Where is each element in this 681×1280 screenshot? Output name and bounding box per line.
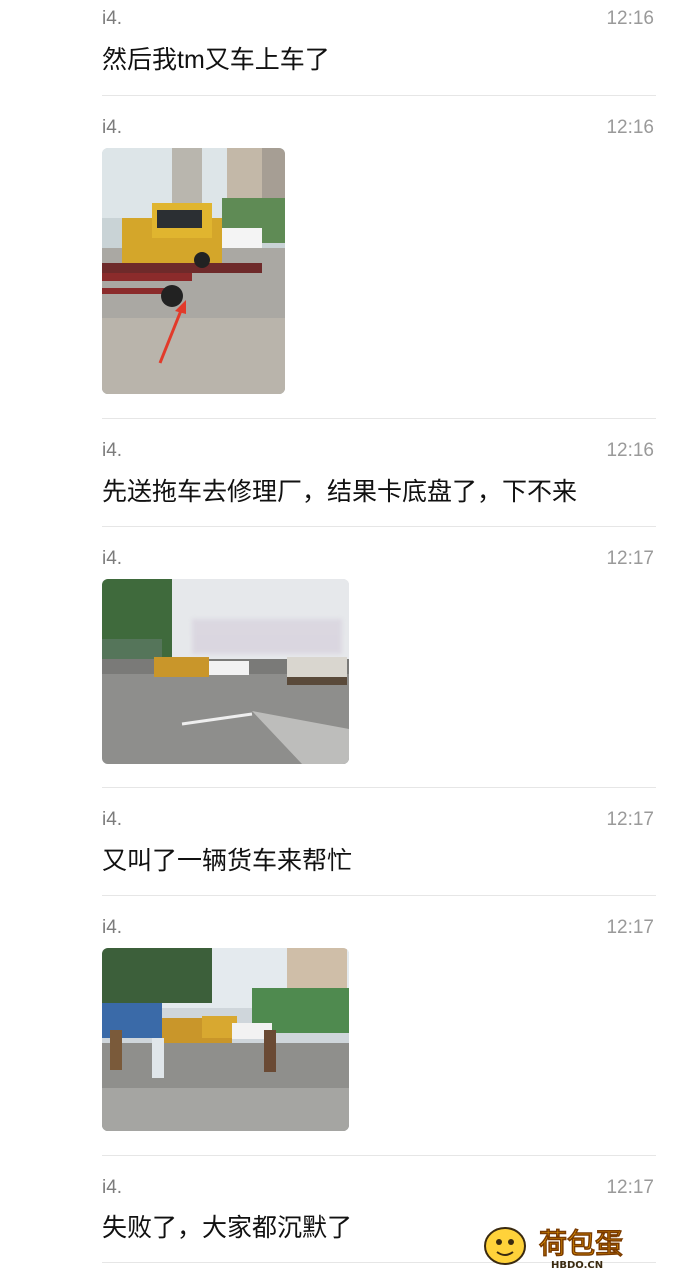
svg-text:HBDO.CN: HBDO.CN (551, 1260, 603, 1271)
message-time: 12:17 (606, 917, 654, 938)
message-image[interactable] (102, 948, 349, 1131)
sender-name: i4. (102, 1177, 123, 1198)
message-time: 12:16 (606, 440, 654, 461)
message-time: 12:17 (606, 548, 654, 569)
message-image[interactable] (102, 579, 349, 764)
divider (102, 895, 656, 896)
divider (102, 95, 656, 96)
sender-name: i4. (102, 8, 123, 29)
divider (102, 418, 656, 419)
sender-name: i4. (102, 117, 123, 138)
message-time: 12:16 (606, 117, 654, 138)
divider (102, 787, 656, 788)
message-text[interactable]: 先送拖车去修理厂，结果卡底盘了，下不来 (102, 472, 577, 508)
svg-text:荷包蛋: 荷包蛋 (539, 1227, 623, 1260)
message-time: 12:16 (606, 8, 654, 29)
watermark-logo: 荷包蛋 HBDO.CN (481, 1220, 673, 1272)
sender-name: i4. (102, 440, 123, 461)
message-time: 12:17 (606, 1177, 654, 1198)
sender-name: i4. (102, 809, 123, 830)
message-image[interactable] (102, 148, 285, 394)
blurred-overlay (192, 619, 342, 654)
message-text[interactable]: 又叫了一辆货车来帮忙 (102, 841, 352, 877)
message-time: 12:17 (606, 809, 654, 830)
divider (102, 1155, 656, 1156)
message-text[interactable]: 失败了，大家都沉默了 (102, 1208, 352, 1244)
sender-name: i4. (102, 917, 123, 938)
sender-name: i4. (102, 548, 123, 569)
divider (102, 526, 656, 527)
message-text[interactable]: 然后我tm又车上车了 (102, 40, 330, 76)
